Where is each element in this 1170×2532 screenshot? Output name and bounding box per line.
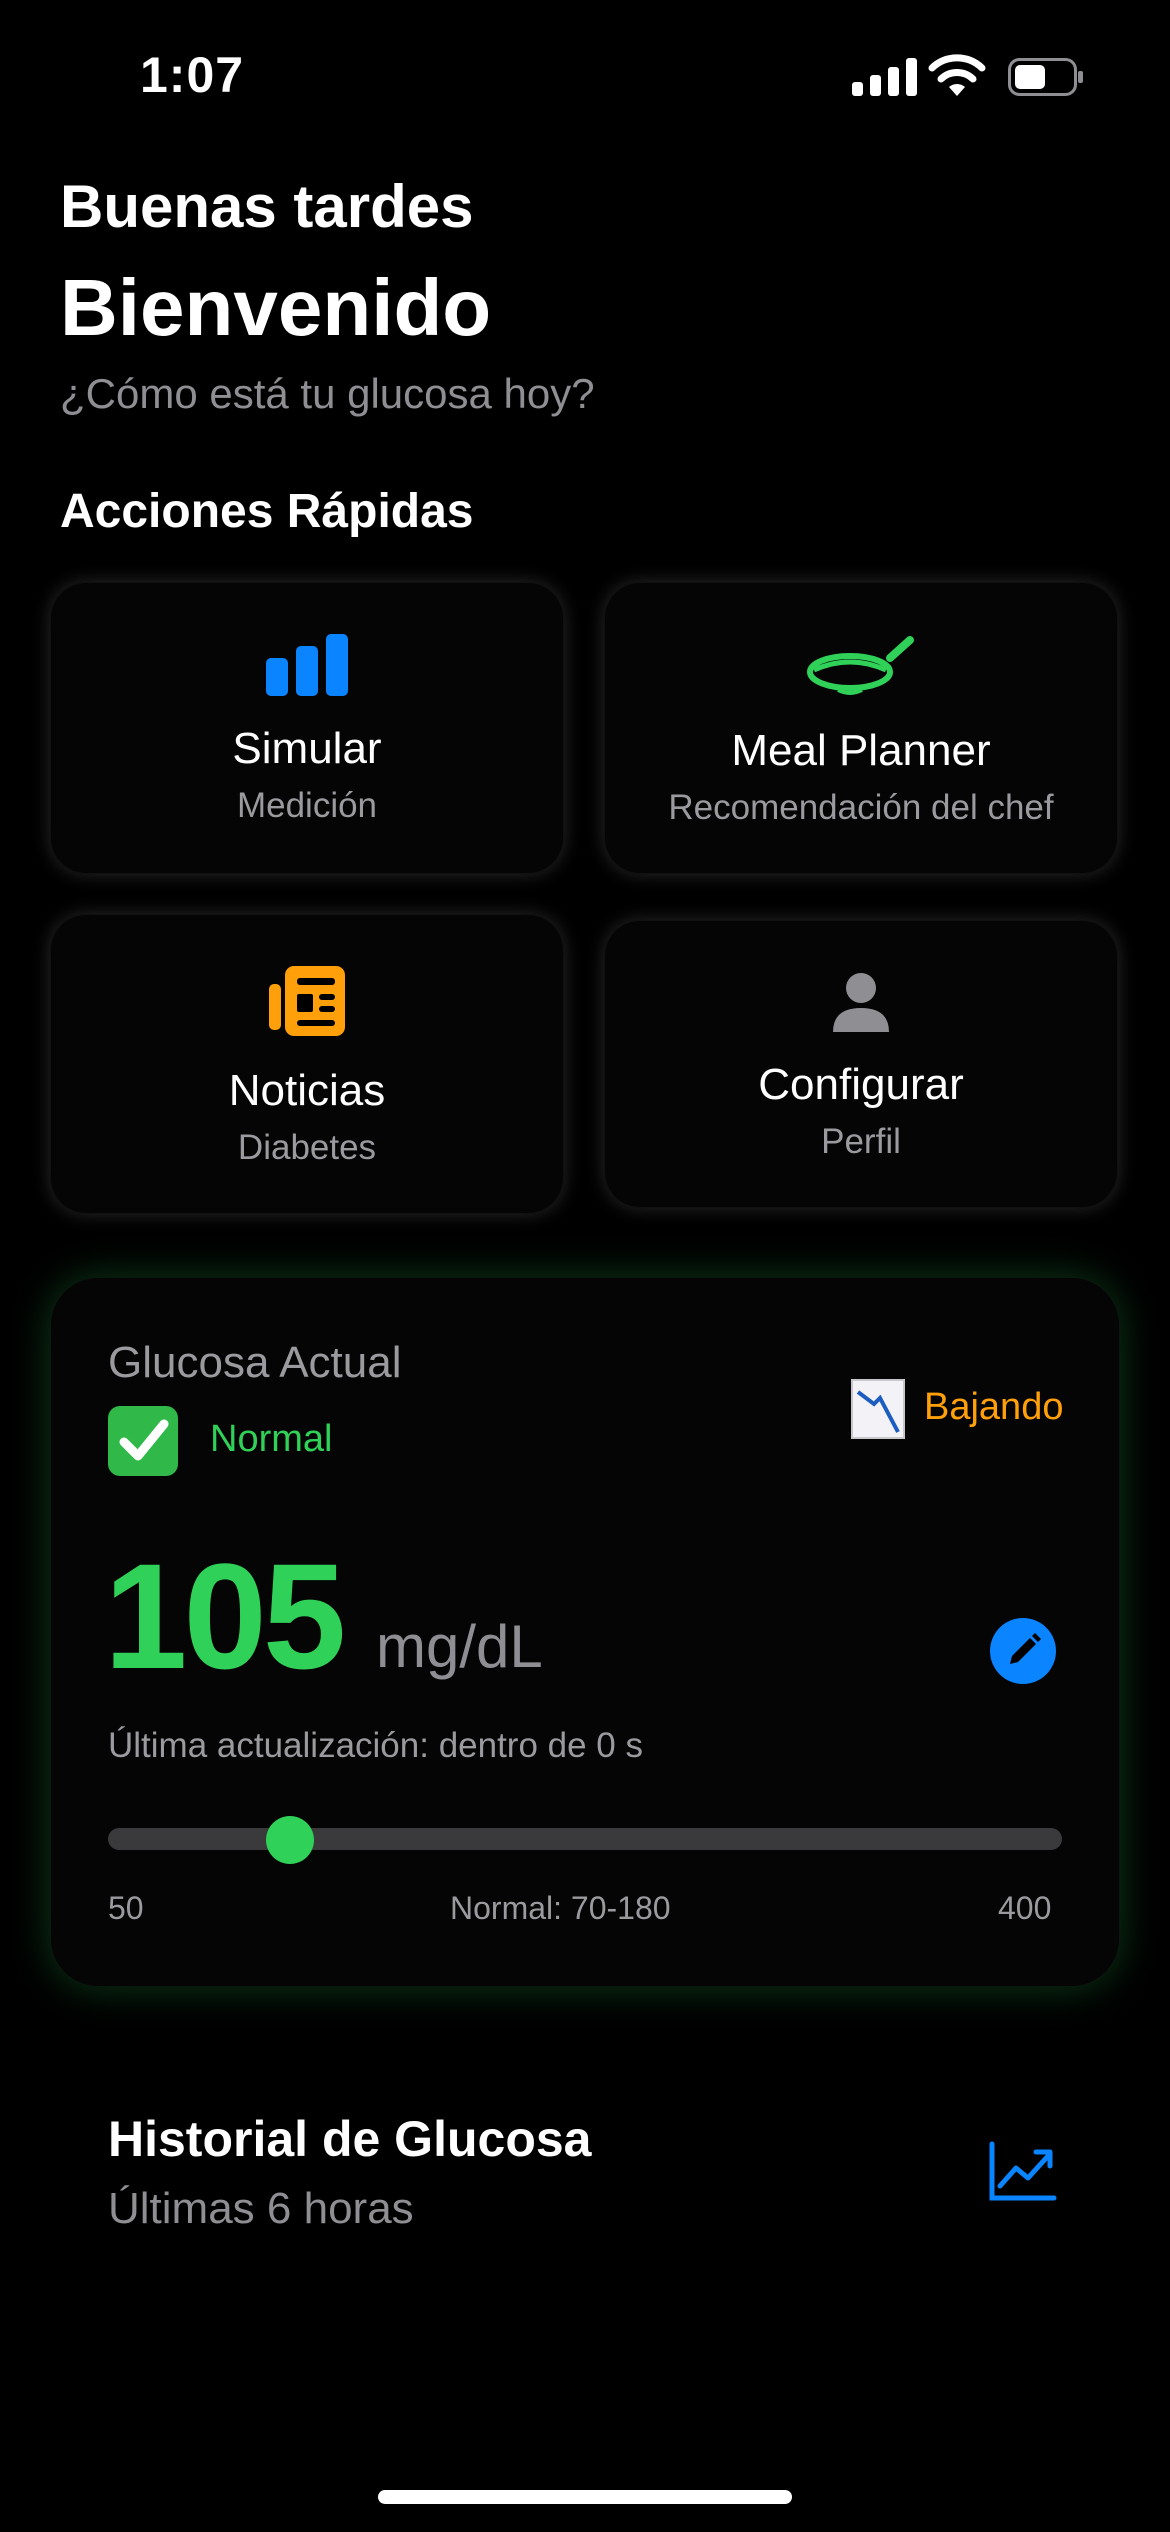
glucose-value: 105 bbox=[104, 1532, 346, 1700]
range-min-label: 50 bbox=[108, 1890, 144, 1926]
pencil-icon bbox=[1010, 1633, 1041, 1664]
range-max-label: 400 bbox=[998, 1890, 1052, 1926]
status-time: 1:07 bbox=[140, 47, 245, 103]
last-updated-text: Última actualización: dentro de 0 s bbox=[108, 1726, 643, 1765]
cellular-signal-icon bbox=[852, 58, 917, 96]
simulate-card-title: Simular bbox=[232, 724, 382, 773]
configure-card-subtitle: Perfil bbox=[821, 1122, 901, 1161]
news-card-subtitle: Diabetes bbox=[237, 1128, 377, 1167]
quick-actions-title: Acciones Rápidas bbox=[60, 485, 474, 538]
newspaper-icon bbox=[269, 966, 345, 1036]
trending-up-chart-icon[interactable] bbox=[988, 2140, 1058, 2202]
battery-icon bbox=[1008, 58, 1083, 96]
frying-pan-icon bbox=[807, 636, 914, 695]
glucose-range-track bbox=[108, 1828, 1062, 1850]
glucose-trend: Bajando bbox=[924, 1386, 1064, 1428]
glucose-label: Glucosa Actual bbox=[108, 1338, 402, 1387]
home-indicator[interactable] bbox=[378, 2490, 792, 2504]
configure-card[interactable]: Configurar Perfil bbox=[604, 920, 1118, 1208]
simulate-card[interactable]: Simular Medición bbox=[50, 582, 564, 874]
greeting-text: Buenas tardes bbox=[60, 173, 474, 240]
chart-decreasing-icon bbox=[851, 1379, 905, 1439]
news-card-title: Noticias bbox=[228, 1066, 386, 1115]
glucose-range-indicator bbox=[265, 1816, 314, 1864]
glucose-status: Normal bbox=[210, 1418, 333, 1460]
meal-planner-card-subtitle: Recomendación del chef bbox=[668, 788, 1054, 827]
news-card[interactable]: Noticias Diabetes bbox=[50, 914, 564, 1214]
checkmark-icon bbox=[108, 1406, 178, 1476]
meal-planner-card-title: Meal Planner bbox=[731, 726, 991, 775]
edit-glucose-button[interactable] bbox=[990, 1618, 1056, 1684]
page-title: Bienvenido bbox=[60, 263, 492, 352]
simulate-card-subtitle: Medición bbox=[236, 786, 378, 825]
page-subtitle: ¿Cómo está tu glucosa hoy? bbox=[60, 370, 595, 417]
person-icon bbox=[833, 973, 889, 1032]
range-normal-label: Normal: 70-180 bbox=[450, 1890, 671, 1926]
configure-card-title: Configurar bbox=[758, 1060, 964, 1109]
glucose-unit: mg/dL bbox=[376, 1613, 543, 1680]
history-subtitle: Últimas 6 horas bbox=[108, 2184, 414, 2233]
wifi-icon bbox=[928, 54, 986, 96]
meal-planner-card[interactable]: Meal Planner Recomendación del chef bbox=[604, 582, 1118, 874]
bar-chart-icon bbox=[266, 634, 348, 696]
history-title: Historial de Glucosa bbox=[108, 2111, 592, 2167]
